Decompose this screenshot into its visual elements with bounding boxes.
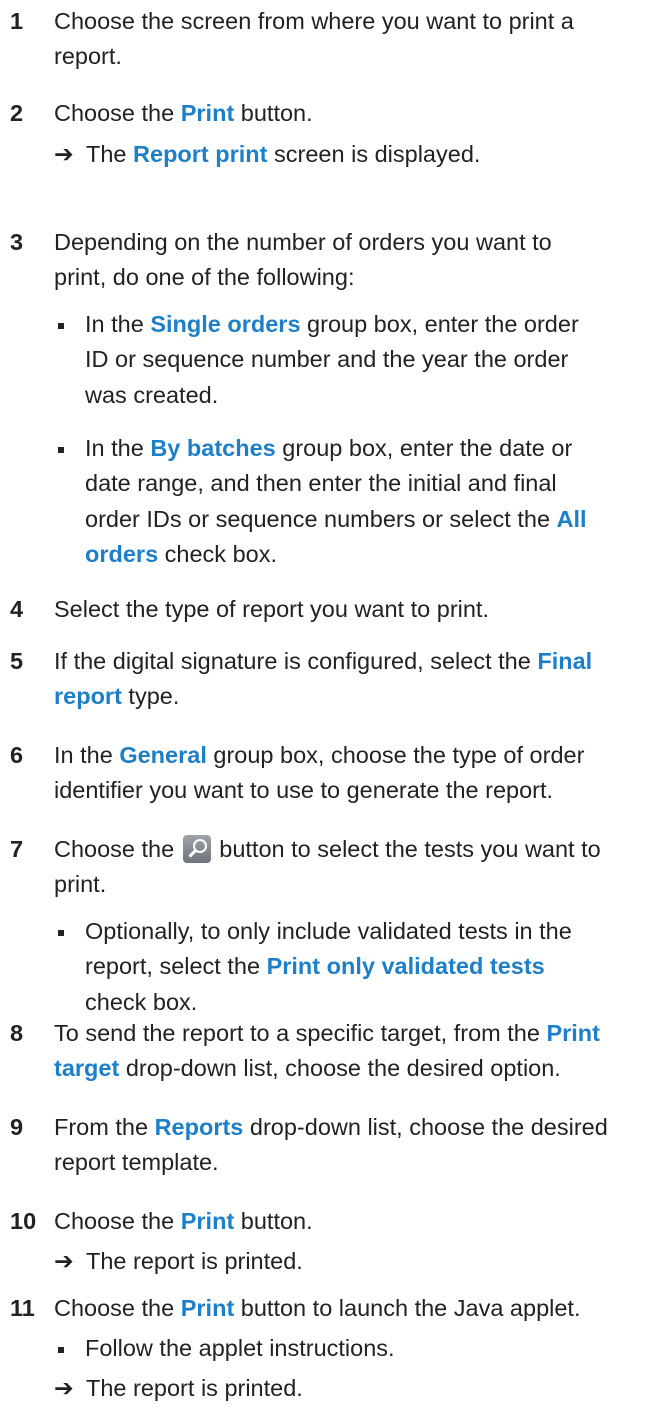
print-button-ref: Print <box>180 100 235 126</box>
single-orders-ref: Single orders <box>150 311 301 337</box>
bullet-icon <box>58 930 64 936</box>
print-only-validated-tests-ref: Print only validated tests <box>266 953 545 980</box>
step-text: Depending on the number of orders you wa… <box>54 229 552 255</box>
step-text: Choose the Print button. <box>54 100 313 126</box>
result-arrow-icon: ➔ <box>54 141 74 167</box>
by-batches-ref: By batches <box>150 435 276 461</box>
step-text: Choose the screen from where you want to… <box>54 8 574 34</box>
final-report-ref: Final <box>537 648 593 674</box>
step-number: 7 <box>10 836 24 862</box>
step-number: 10 <box>10 1208 37 1234</box>
result-arrow-icon: ➔ <box>54 1248 74 1274</box>
print-button-ref: Print <box>180 1295 235 1321</box>
step-number: 4 <box>10 596 24 622</box>
bullet-icon <box>58 1347 64 1353</box>
result-line: ➔ The report is printed. <box>54 1371 654 1406</box>
bullet-icon <box>58 447 64 453</box>
step-number: 1 <box>10 8 24 34</box>
step-text: report. <box>54 43 122 70</box>
result-line: ➔ The Report print screen is displayed. <box>54 137 654 172</box>
bullet-icon <box>58 323 64 329</box>
print-button-ref: Print <box>180 1208 235 1234</box>
step-number: 6 <box>10 742 24 768</box>
step-number: 8 <box>10 1020 24 1046</box>
reports-ref: Reports <box>154 1114 244 1140</box>
search-icon <box>182 835 211 863</box>
general-ref: General <box>119 742 207 768</box>
step-number: 5 <box>10 648 24 674</box>
step-number: 2 <box>10 100 24 126</box>
print-target-ref: Print <box>546 1020 600 1046</box>
result-line: ➔ The report is printed. <box>54 1244 654 1279</box>
result-arrow-icon: ➔ <box>54 1375 74 1401</box>
step-number: 3 <box>10 229 24 255</box>
all-orders-ref: All <box>556 505 587 532</box>
step-number: 11 <box>10 1295 35 1321</box>
report-print-screen-ref: Report print <box>133 141 268 167</box>
step-text: Select the type of report you want to pr… <box>54 596 489 622</box>
step-number: 9 <box>10 1114 24 1140</box>
step-text: print, do one of the following: <box>54 264 355 291</box>
